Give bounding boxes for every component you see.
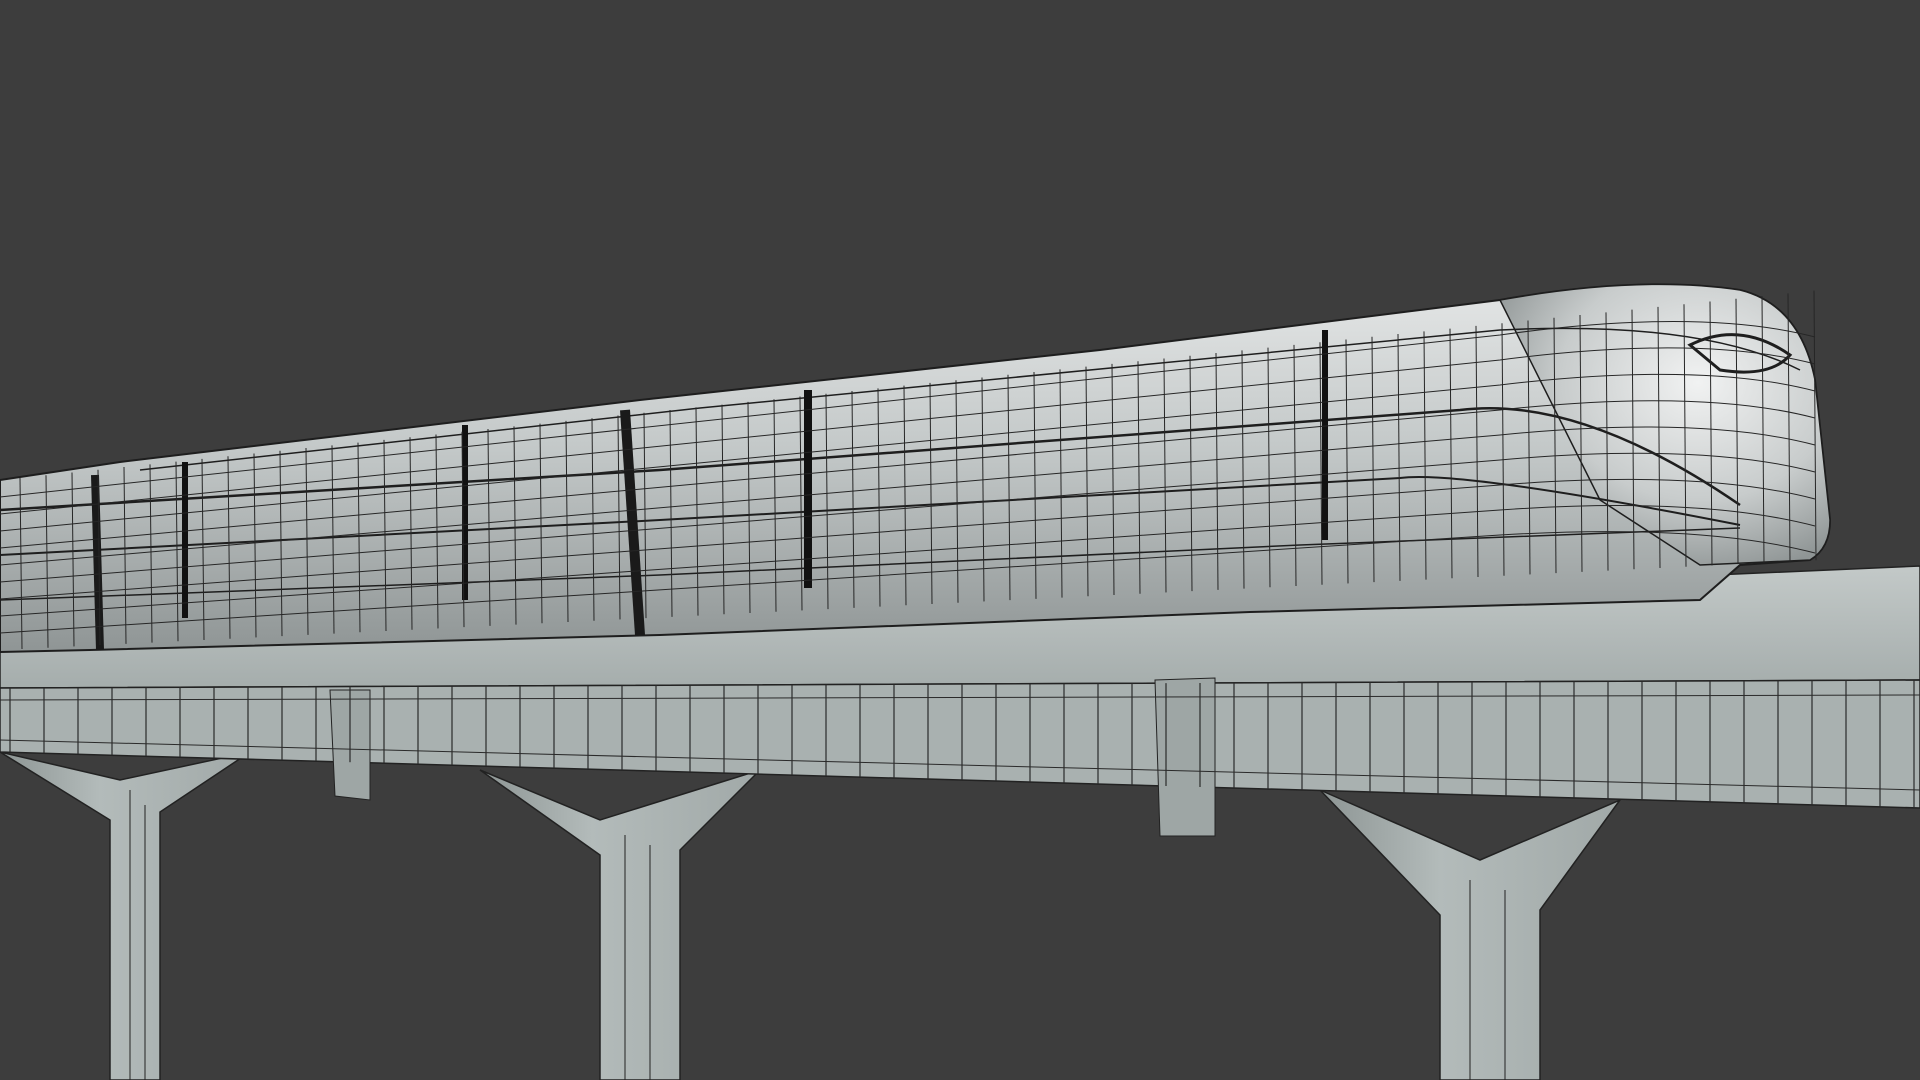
3d-viewport[interactable] <box>0 0 1920 1080</box>
train <box>0 283 1832 654</box>
pillars <box>0 751 1623 1080</box>
monorail-scene <box>0 283 1920 1080</box>
pillar-1 <box>0 751 251 1080</box>
pillar-3 <box>1319 789 1623 1080</box>
pillar-2 <box>479 769 761 1080</box>
